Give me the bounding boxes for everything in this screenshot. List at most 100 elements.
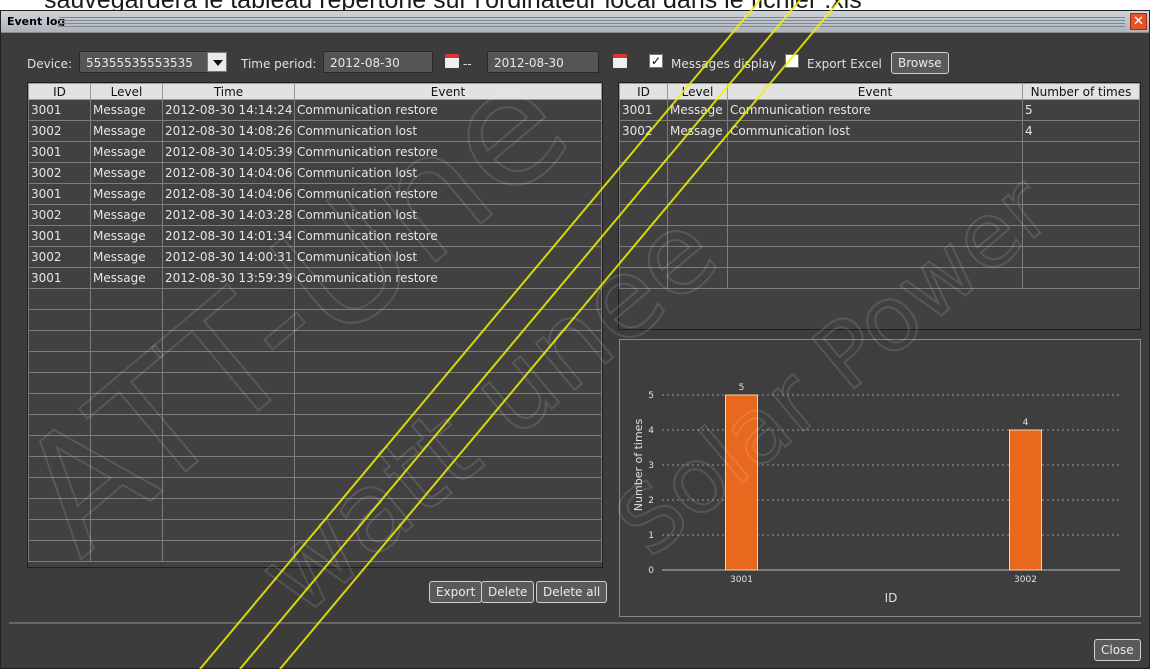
table-row[interactable] bbox=[28, 477, 602, 499]
table-cell: 2012-08-30 14:08:26 bbox=[162, 120, 295, 142]
table-cell bbox=[162, 351, 295, 373]
title-grip bbox=[59, 17, 1125, 27]
table-cell bbox=[90, 435, 163, 457]
table-cell: 2012-08-30 14:00:31 bbox=[162, 246, 295, 268]
table-row[interactable]: 3002 Message 2012-08-30 14:04:06 Communicat… bbox=[28, 162, 602, 184]
date-from-field[interactable]: 2012-08-30 bbox=[323, 51, 433, 73]
chevron-down-icon[interactable] bbox=[207, 52, 227, 72]
column-header[interactable]: Time bbox=[162, 83, 295, 100]
table-cell bbox=[727, 267, 1023, 289]
table-row[interactable] bbox=[28, 372, 602, 394]
y-tick-label: 0 bbox=[648, 566, 654, 576]
table-row[interactable]: 3001 Message 2012-08-30 14:04:06 Communicat… bbox=[28, 183, 602, 205]
column-header[interactable]: ID bbox=[619, 83, 668, 100]
table-row[interactable]: 3002 Message 2012-08-30 14:00:31 Communicat… bbox=[28, 246, 602, 268]
event-log-window: Event log ✕ Device: 55355535553535 Time … bbox=[0, 10, 1150, 669]
chart-panel: 0 1 2 3 4 5 5 3001 4 3002 ID Number of times bbox=[619, 339, 1141, 617]
table-row[interactable] bbox=[619, 225, 1140, 247]
table-row[interactable] bbox=[28, 456, 602, 478]
messages-display-checkbox[interactable]: ✓ bbox=[649, 54, 663, 68]
browse-button[interactable]: Browse bbox=[891, 52, 949, 74]
table-cell: 3001 bbox=[28, 99, 91, 121]
export-excel-checkbox[interactable] bbox=[785, 54, 799, 68]
table-cell bbox=[90, 288, 163, 310]
calendar-icon[interactable] bbox=[613, 54, 627, 68]
table-cell bbox=[727, 141, 1023, 163]
delete-all-button[interactable]: Delete all bbox=[536, 581, 608, 603]
table-cell bbox=[294, 288, 602, 310]
calendar-icon[interactable] bbox=[445, 54, 459, 68]
table-cell bbox=[667, 225, 728, 247]
table-row[interactable] bbox=[28, 435, 602, 457]
bar bbox=[1009, 429, 1042, 571]
table-row[interactable] bbox=[28, 288, 602, 310]
table-row[interactable]: 3002 Message 2012-08-30 14:03:28 Communicat… bbox=[28, 204, 602, 226]
table-cell bbox=[162, 435, 295, 457]
table-cell bbox=[294, 393, 602, 415]
table-cell bbox=[90, 456, 163, 478]
date-to-field[interactable]: 2012-08-30 bbox=[487, 51, 599, 73]
table-cell: Message bbox=[90, 183, 163, 205]
table-cell bbox=[727, 162, 1023, 184]
column-header[interactable]: Level bbox=[667, 83, 728, 100]
table-cell: 2012-08-30 14:14:24 bbox=[162, 99, 295, 121]
table-cell bbox=[294, 372, 602, 394]
title-bar[interactable]: Event log ✕ bbox=[1, 11, 1149, 33]
table-cell: 2012-08-30 14:04:06 bbox=[162, 162, 295, 184]
device-label: Device: bbox=[27, 57, 73, 71]
table-row[interactable] bbox=[28, 414, 602, 436]
table-row[interactable] bbox=[28, 519, 602, 541]
table-row[interactable] bbox=[28, 351, 602, 373]
table-cell: Communication restore bbox=[294, 225, 602, 247]
table-row[interactable] bbox=[619, 246, 1140, 268]
table-cell: Message bbox=[90, 99, 163, 121]
column-header[interactable]: Event bbox=[727, 83, 1023, 100]
table-row[interactable] bbox=[619, 141, 1140, 163]
table-cell: Message bbox=[90, 225, 163, 247]
table-row[interactable] bbox=[28, 498, 602, 520]
table-row[interactable] bbox=[28, 330, 602, 352]
table-row[interactable] bbox=[619, 183, 1140, 205]
table-cell: Communication lost bbox=[294, 120, 602, 142]
data-label: 5 bbox=[739, 383, 745, 393]
table-row[interactable]: 3001 Message 2012-08-30 14:05:39 Communicat… bbox=[28, 141, 602, 163]
table-cell bbox=[727, 246, 1023, 268]
close-icon[interactable]: ✕ bbox=[1130, 13, 1147, 30]
table-cell bbox=[294, 309, 602, 331]
table-cell bbox=[667, 183, 728, 205]
column-header[interactable]: Event bbox=[294, 83, 602, 100]
table-row[interactable] bbox=[619, 267, 1140, 289]
table-cell bbox=[162, 498, 295, 520]
table-row[interactable]: 3001 Message 2012-08-30 14:14:24 Communicat… bbox=[28, 99, 602, 121]
column-header[interactable]: Number of times bbox=[1022, 83, 1140, 100]
table-row[interactable]: 3001 Message 2012-08-30 13:59:39 Communicat… bbox=[28, 267, 602, 289]
export-button[interactable]: Export bbox=[429, 581, 483, 603]
table-cell bbox=[294, 456, 602, 478]
table-row[interactable]: 3001 Message Communication restore 5 bbox=[619, 99, 1140, 121]
table-row[interactable] bbox=[28, 540, 602, 562]
device-select[interactable]: 55355535553535 bbox=[79, 51, 209, 73]
table-cell bbox=[162, 372, 295, 394]
table-cell: 3002 bbox=[28, 162, 91, 184]
column-header[interactable]: ID bbox=[28, 83, 91, 100]
table-cell: Communication lost bbox=[727, 120, 1023, 142]
messages-display-label: Messages display bbox=[671, 57, 777, 71]
table-cell bbox=[294, 351, 602, 373]
table-cell bbox=[162, 414, 295, 436]
table-row[interactable]: 3002 Message Communication lost 4 bbox=[619, 120, 1140, 142]
table-row[interactable] bbox=[28, 309, 602, 331]
table-row[interactable] bbox=[28, 393, 602, 415]
table-cell bbox=[90, 330, 163, 352]
table-cell bbox=[1022, 141, 1140, 163]
table-cell bbox=[90, 393, 163, 415]
column-header[interactable]: Level bbox=[90, 83, 163, 100]
table-row[interactable]: 3001 Message 2012-08-30 14:01:34 Communicat… bbox=[28, 225, 602, 247]
table-cell: Message bbox=[90, 162, 163, 184]
close-button[interactable]: Close bbox=[1094, 639, 1141, 661]
table-row[interactable]: 3002 Message 2012-08-30 14:08:26 Communicat… bbox=[28, 120, 602, 142]
table-cell bbox=[619, 267, 668, 289]
table-cell: Communication restore bbox=[294, 183, 602, 205]
delete-button[interactable]: Delete bbox=[481, 581, 535, 603]
table-row[interactable] bbox=[619, 204, 1140, 226]
table-row[interactable] bbox=[619, 162, 1140, 184]
